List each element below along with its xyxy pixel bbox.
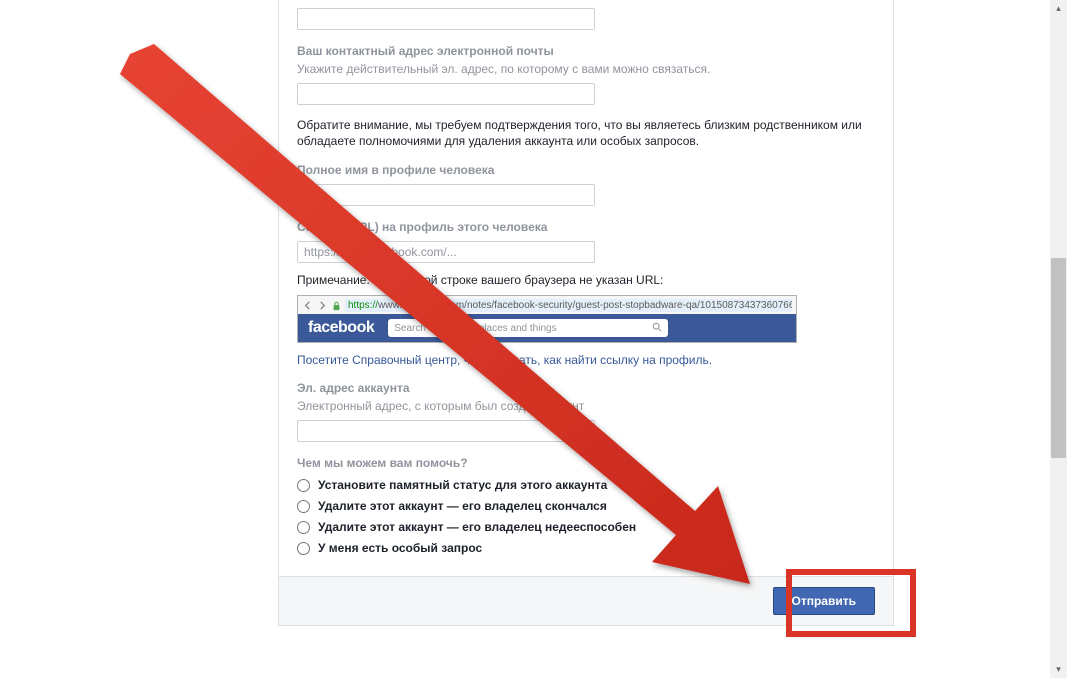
previous-field-input[interactable] xyxy=(297,8,595,30)
scroll-down-icon[interactable]: ▾ xyxy=(1050,661,1067,678)
option-special-label: У меня есть особый запрос xyxy=(318,541,482,555)
browser-forward-icon xyxy=(317,300,328,311)
contact-email-label: Ваш контактный адрес электронной почты xyxy=(297,44,875,58)
option-incapacitated-label: Удалите этот аккаунт — его владелец неде… xyxy=(318,520,636,534)
lock-icon xyxy=(332,300,341,310)
option-deceased-radio[interactable] xyxy=(297,500,310,513)
option-incapacitated[interactable]: Удалите этот аккаунт — его владелец неде… xyxy=(297,520,875,534)
help-center-link[interactable]: Посетите Справочный центр, чтобы узнать,… xyxy=(297,353,712,367)
profile-url-input[interactable] xyxy=(297,241,595,263)
browser-address-row: https://www.facebook.com/notes/facebook-… xyxy=(298,296,796,314)
form-body: Ваш контактный адрес электронной почты У… xyxy=(279,0,893,576)
facebook-logo: facebook xyxy=(308,319,374,337)
option-memorial-label: Установите памятный статус для этого акк… xyxy=(318,478,607,492)
submit-button[interactable]: Отправить xyxy=(773,587,875,615)
browser-example: https://www.facebook.com/notes/facebook-… xyxy=(297,295,797,343)
profile-url-label: Ссылка (URL) на профиль этого человека xyxy=(297,220,875,234)
fullname-label: Полное имя в профиле человека xyxy=(297,163,875,177)
option-memorial-radio[interactable] xyxy=(297,479,310,492)
search-icon xyxy=(652,322,662,335)
url-example-block: Примечание. В адресной строке вашего бра… xyxy=(297,273,875,367)
form-footer: Отправить xyxy=(279,576,893,625)
fb-header: facebook Search for people, places and t… xyxy=(298,314,796,342)
account-email-input[interactable] xyxy=(297,420,595,442)
fb-search-box: Search for people, places and things xyxy=(388,319,668,337)
browser-url-text: https://www.facebook.com/notes/facebook-… xyxy=(345,299,792,312)
option-deceased-label: Удалите этот аккаунт — его владелец скон… xyxy=(318,499,607,513)
option-incapacitated-radio[interactable] xyxy=(297,521,310,534)
option-special-radio[interactable] xyxy=(297,542,310,555)
fb-search-placeholder: Search for people, places and things xyxy=(394,323,556,334)
browser-back-icon xyxy=(302,300,313,311)
option-special[interactable]: У меня есть особый запрос xyxy=(297,541,875,555)
scrollbar-thumb[interactable] xyxy=(1051,258,1066,458)
confirmation-notice: Обратите внимание, мы требуем подтвержде… xyxy=(297,117,875,149)
help-options-label: Чем мы можем вам помочь? xyxy=(297,456,875,470)
form-card: Ваш контактный адрес электронной почты У… xyxy=(278,0,894,626)
contact-email-desc: Укажите действительный эл. адрес, по кот… xyxy=(297,61,875,77)
option-memorial[interactable]: Установите памятный статус для этого акк… xyxy=(297,478,875,492)
url-example-text: Примечание. В адресной строке вашего бра… xyxy=(297,273,875,287)
account-email-desc: Электронный адрес, с которым был создан … xyxy=(297,398,875,414)
help-options-group: Установите памятный статус для этого акк… xyxy=(297,478,875,555)
fullname-input[interactable] xyxy=(297,184,595,206)
account-email-label: Эл. адрес аккаунта xyxy=(297,381,875,395)
contact-email-input[interactable] xyxy=(297,83,595,105)
scrollbar-track[interactable]: ▴ ▾ xyxy=(1050,0,1067,678)
option-deceased[interactable]: Удалите этот аккаунт — его владелец скон… xyxy=(297,499,875,513)
scroll-up-icon[interactable]: ▴ xyxy=(1050,0,1067,17)
